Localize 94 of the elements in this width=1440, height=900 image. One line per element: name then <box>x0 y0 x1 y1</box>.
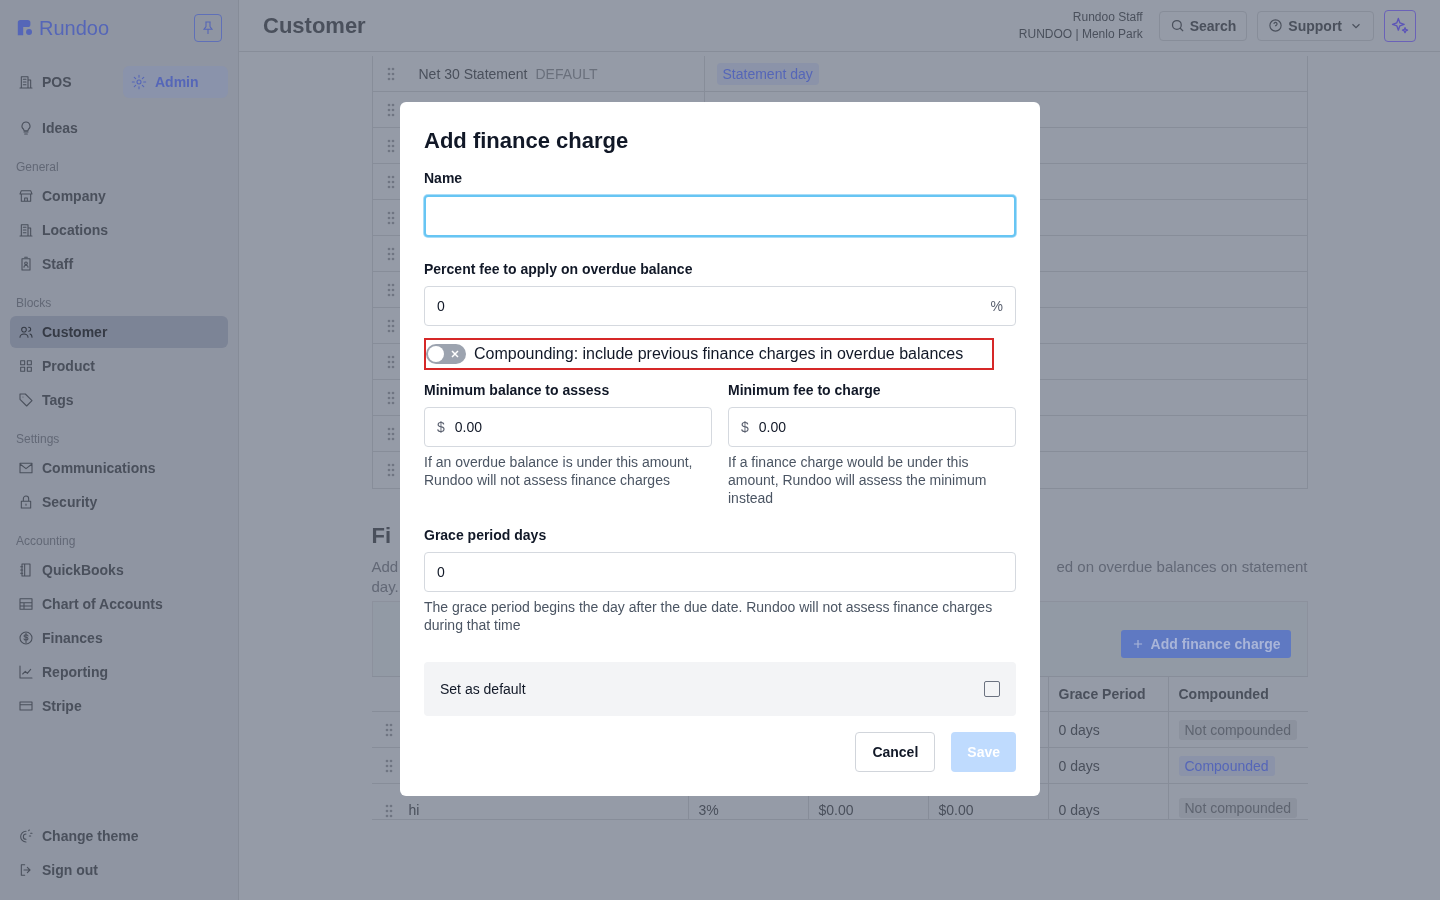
table-cell: $0.00 <box>818 802 854 818</box>
nav-item[interactable]: Locations <box>10 214 228 246</box>
dollar-icon <box>18 630 34 646</box>
nav-item[interactable]: QuickBooks <box>10 554 228 586</box>
support-button[interactable]: Support <box>1257 10 1374 41</box>
drag-handle-icon[interactable] <box>386 246 395 261</box>
field-label: Minimum fee to charge <box>728 382 882 398</box>
users-icon <box>18 324 34 340</box>
drag-handle-icon[interactable] <box>384 804 393 818</box>
drag-handle-icon[interactable] <box>386 463 395 477</box>
column-header: Compounded <box>1178 686 1269 702</box>
grace-period-field[interactable]: 0 <box>424 552 1016 592</box>
drag-handle-icon[interactable] <box>386 66 395 81</box>
help-text: If an overdue balance is under this amount, Rundoo will not assess finance charges <box>424 453 694 489</box>
set-default-checkbox[interactable] <box>984 681 1000 697</box>
tag-icon <box>18 392 34 408</box>
nav-item[interactable]: Chart of Accounts <box>10 588 228 620</box>
logo-icon <box>16 19 34 37</box>
nav-item[interactable]: Stripe <box>10 690 228 722</box>
card-icon <box>18 698 34 714</box>
search-button[interactable]: Search <box>1158 10 1248 41</box>
table-cell: 0 days <box>1058 721 1100 738</box>
column-header: Grace Period <box>1058 686 1146 702</box>
section-title: Fi <box>371 523 392 549</box>
field-label: Minimum balance to assess <box>424 382 611 398</box>
grid-icon <box>18 358 34 374</box>
toggle-label: Compounding: include previous finance charges in overdue balances <box>474 345 964 363</box>
cancel-button[interactable]: Cancel <box>855 732 936 772</box>
nav-item[interactable]: Company <box>10 180 228 212</box>
field-label: Grace period days <box>424 527 548 543</box>
nav-item[interactable]: Reporting <box>10 656 228 688</box>
help-icon <box>1268 18 1284 33</box>
percent-field[interactable]: 0 % <box>424 286 1016 326</box>
nav-item[interactable]: Finances <box>10 622 228 654</box>
help-text: If a finance charge would be under this amount, Rundoo will assess the minimum instead <box>728 453 988 507</box>
building-icon <box>18 222 34 238</box>
name-field[interactable] <box>424 195 1016 237</box>
drag-handle-icon[interactable] <box>384 758 393 773</box>
store-icon <box>18 188 34 204</box>
mail-icon <box>18 460 34 476</box>
assistant-button[interactable] <box>1384 9 1416 42</box>
gear-icon <box>131 74 147 90</box>
user-location: RUNDOO | Menlo Park <box>1018 27 1143 41</box>
building-icon <box>18 74 34 90</box>
nav-item[interactable]: Communications <box>10 452 228 484</box>
drag-handle-icon[interactable] <box>386 390 395 405</box>
pin-icon <box>200 20 216 36</box>
notebook-icon <box>18 562 34 578</box>
drag-handle-icon[interactable] <box>386 282 395 297</box>
sparkle-icon <box>1390 15 1410 36</box>
user-name: Rundoo Staff <box>1072 10 1143 24</box>
table-cell: 3% <box>698 802 719 818</box>
nav-item[interactable]: Tags <box>10 384 228 416</box>
nav-item[interactable]: Staff <box>10 248 228 280</box>
lightbulb-icon <box>18 120 34 136</box>
drag-handle-icon[interactable] <box>386 354 395 369</box>
nav-item[interactable]: Ideas <box>10 112 228 144</box>
drag-handle-icon[interactable] <box>386 174 395 189</box>
nav-item[interactable]: Product <box>10 350 228 382</box>
table-cell: $0.00 <box>938 802 974 818</box>
table-icon <box>18 596 34 612</box>
badge-icon <box>18 256 34 272</box>
field-label: Percent fee to apply on overdue balance <box>424 261 694 277</box>
drag-handle-icon[interactable] <box>384 722 393 737</box>
minimum-balance-field[interactable]: $ 0.00 <box>424 407 712 447</box>
drag-handle-icon[interactable] <box>386 210 395 225</box>
nav-item[interactable]: Change theme <box>10 820 228 852</box>
pin-button[interactable] <box>194 14 222 42</box>
compounding-toggle[interactable] <box>426 344 466 364</box>
checkbox-label: Set as default <box>440 681 526 697</box>
search-icon <box>1169 18 1185 33</box>
dialog-title: Add finance charge <box>424 128 630 154</box>
help-text: The grace period begins the day after the due date. Rundoo will not assess finance charges during that time <box>424 598 994 634</box>
minimum-fee-field[interactable]: $ 0.00 <box>728 407 1016 447</box>
x-icon <box>450 349 460 359</box>
field-label: Name <box>424 170 464 186</box>
table-cell: hi <box>408 802 420 818</box>
nav-item[interactable]: Customer <box>10 316 228 348</box>
table-cell: Net 30 Statement <box>418 65 528 82</box>
drag-handle-icon[interactable] <box>386 102 395 117</box>
page-title: Customer <box>263 12 366 39</box>
nav-item[interactable]: Security <box>10 486 228 518</box>
mode-tab[interactable]: POS <box>10 66 115 98</box>
brand-name: Rundoo <box>39 16 110 40</box>
nav-item[interactable]: Sign out <box>10 854 228 886</box>
theme-icon <box>18 828 34 844</box>
drag-handle-icon[interactable] <box>386 318 395 333</box>
line-chart-icon <box>18 664 34 680</box>
table-cell: 0 days <box>1058 802 1100 818</box>
drag-handle-icon[interactable] <box>386 138 395 153</box>
add-finance-charge-button[interactable]: Add finance charge <box>1120 630 1291 658</box>
table-cell: 0 days <box>1058 757 1100 774</box>
drag-handle-icon[interactable] <box>386 426 395 441</box>
lock-icon <box>18 494 34 510</box>
